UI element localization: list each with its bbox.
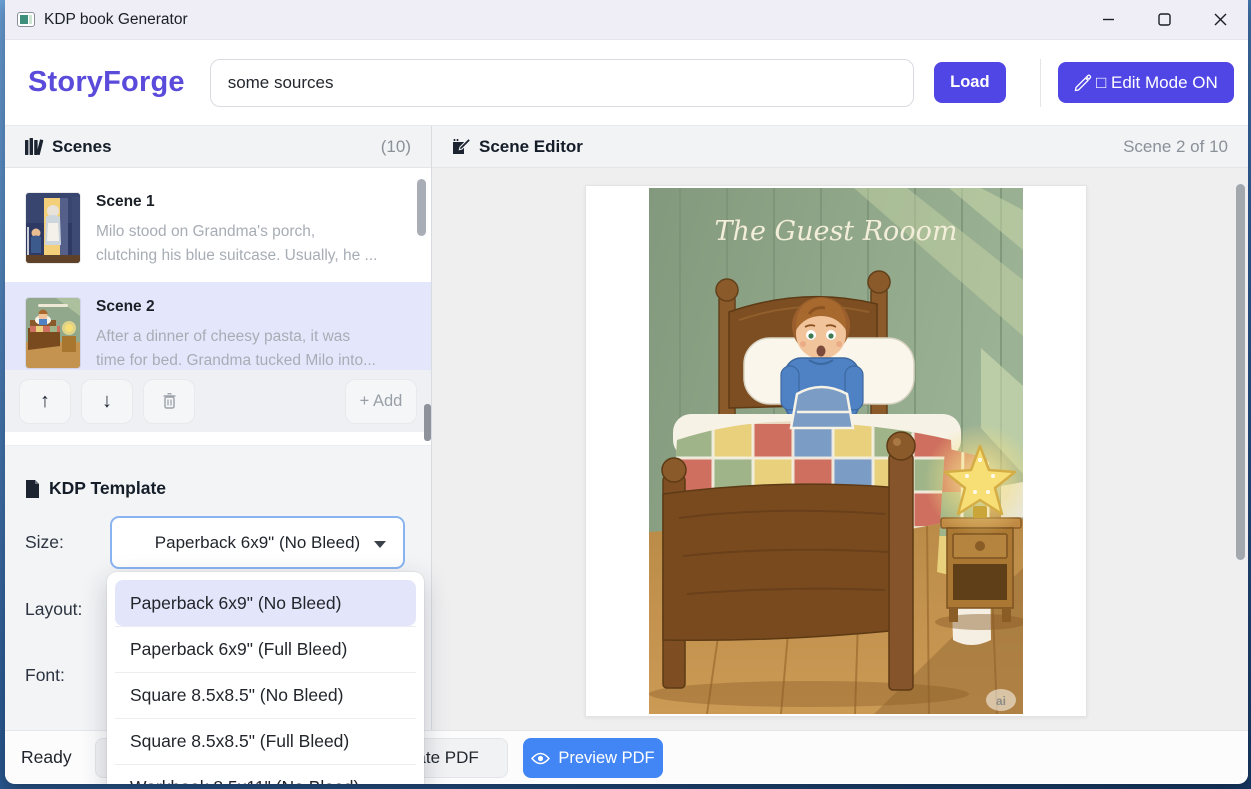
move-scene-up-button[interactable]: ↑ [19,379,71,424]
scene1-title: Scene 1 [96,193,377,211]
font-label: Font: [25,665,65,686]
scene-toolbar: ↑ ↓ + Add [5,370,431,432]
size-option-4[interactable]: Square 8.5x8.5" (Full Bleed) [115,718,416,764]
minimize-button[interactable] [1080,0,1136,39]
scenes-title: Scenes [52,137,112,157]
load-button[interactable]: Load [934,62,1006,103]
edit-mode-button[interactable]: □ Edit Mode ON [1058,62,1234,103]
titlebar: KDP book Generator [5,0,1248,40]
size-option-3[interactable]: Square 8.5x8.5" (No Bleed) [115,672,416,718]
window-controls [1080,0,1248,39]
editor-panel-header: Scene Editor Scene 2 of 10 [432,126,1248,168]
section-gap [5,432,431,446]
size-option-1[interactable]: Paperback 6x9" (No Bleed) [115,580,416,626]
scene1-text-line2: clutching his blue suitcase. Usually, he… [96,244,377,268]
maximize-button[interactable] [1136,0,1192,39]
scene2-text-line1: After a dinner of cheesy pasta, it was [96,325,376,349]
preview-pdf-label: Preview PDF [558,749,654,768]
ai-watermark-label: ai [996,694,1006,708]
scene-indicator: Scene 2 of 10 [1123,137,1228,157]
scene2-thumbnail [26,298,80,368]
eye-icon [531,752,550,765]
scene-editor-panel: Scene Editor Scene 2 of 10 [432,126,1248,730]
close-button[interactable] [1192,0,1248,39]
scenes-panel-header: Scenes (10) [5,126,431,168]
app-icon [17,12,35,27]
scene2-text-line2: time for bed. Grandma tucked Milo into..… [96,349,376,370]
book-page[interactable]: The Guest Rooom [585,185,1087,717]
editor-title: Scene Editor [479,137,583,157]
layout-label: Layout: [25,599,82,620]
edit-icon [452,138,471,155]
status-text: Ready [21,747,72,768]
scene-illustration: The Guest Rooom [649,188,1023,714]
window-title: KDP book Generator [44,11,188,29]
editor-canvas: The Guest Rooom [432,168,1248,730]
size-select-value: Paperback 6x9" (No Bleed) [155,533,360,553]
editor-scrollbar[interactable] [1236,184,1245,560]
scenes-count: (10) [381,137,411,157]
sources-input[interactable] [210,59,914,107]
kdp-template-title: KDP Template [49,478,166,499]
add-scene-button[interactable]: + Add [345,379,417,424]
scene-list-item-1[interactable]: Scene 1 Milo stood on Grandma's porch, c… [5,168,431,282]
scene1-thumbnail [26,193,80,263]
scene-page-title: The Guest Rooom [715,216,958,247]
size-dropdown-menu: Paperback 6x9" (No Bleed) Paperback 6x9"… [107,572,424,784]
trash-icon [163,393,176,409]
size-option-2[interactable]: Paperback 6x9" (Full Bleed) [115,626,416,672]
pencil-icon [1074,74,1092,92]
app-window: KDP book Generator StoryForge Load □ Edi… [5,0,1248,784]
edit-mode-label: □ Edit Mode ON [1096,73,1218,93]
scene-list: Scene 1 Milo stood on Grandma's porch, c… [5,168,431,370]
chevron-down-icon [374,541,386,548]
books-icon [25,138,44,155]
app-header: StoryForge Load □ Edit Mode ON [5,40,1248,126]
document-icon [25,480,40,498]
scene-list-item-2[interactable]: Scene 2 After a dinner of cheesy pasta, … [5,282,431,370]
delete-scene-button[interactable] [143,379,195,424]
header-divider [1040,59,1041,107]
brand-logo: StoryForge [28,66,185,99]
scene1-text-line1: Milo stood on Grandma's porch, [96,220,377,244]
size-label: Size: [25,532,64,553]
size-select[interactable]: Paperback 6x9" (No Bleed) [110,516,405,569]
size-option-5[interactable]: Workbook 8.5x11" (No Bleed) [115,764,416,784]
move-scene-down-button[interactable]: ↓ [81,379,133,424]
sidebar-scrollbar[interactable] [424,404,431,441]
scene2-title: Scene 2 [96,298,376,316]
preview-pdf-button[interactable]: Preview PDF [523,738,663,778]
scene-list-scrollbar[interactable] [417,179,426,236]
